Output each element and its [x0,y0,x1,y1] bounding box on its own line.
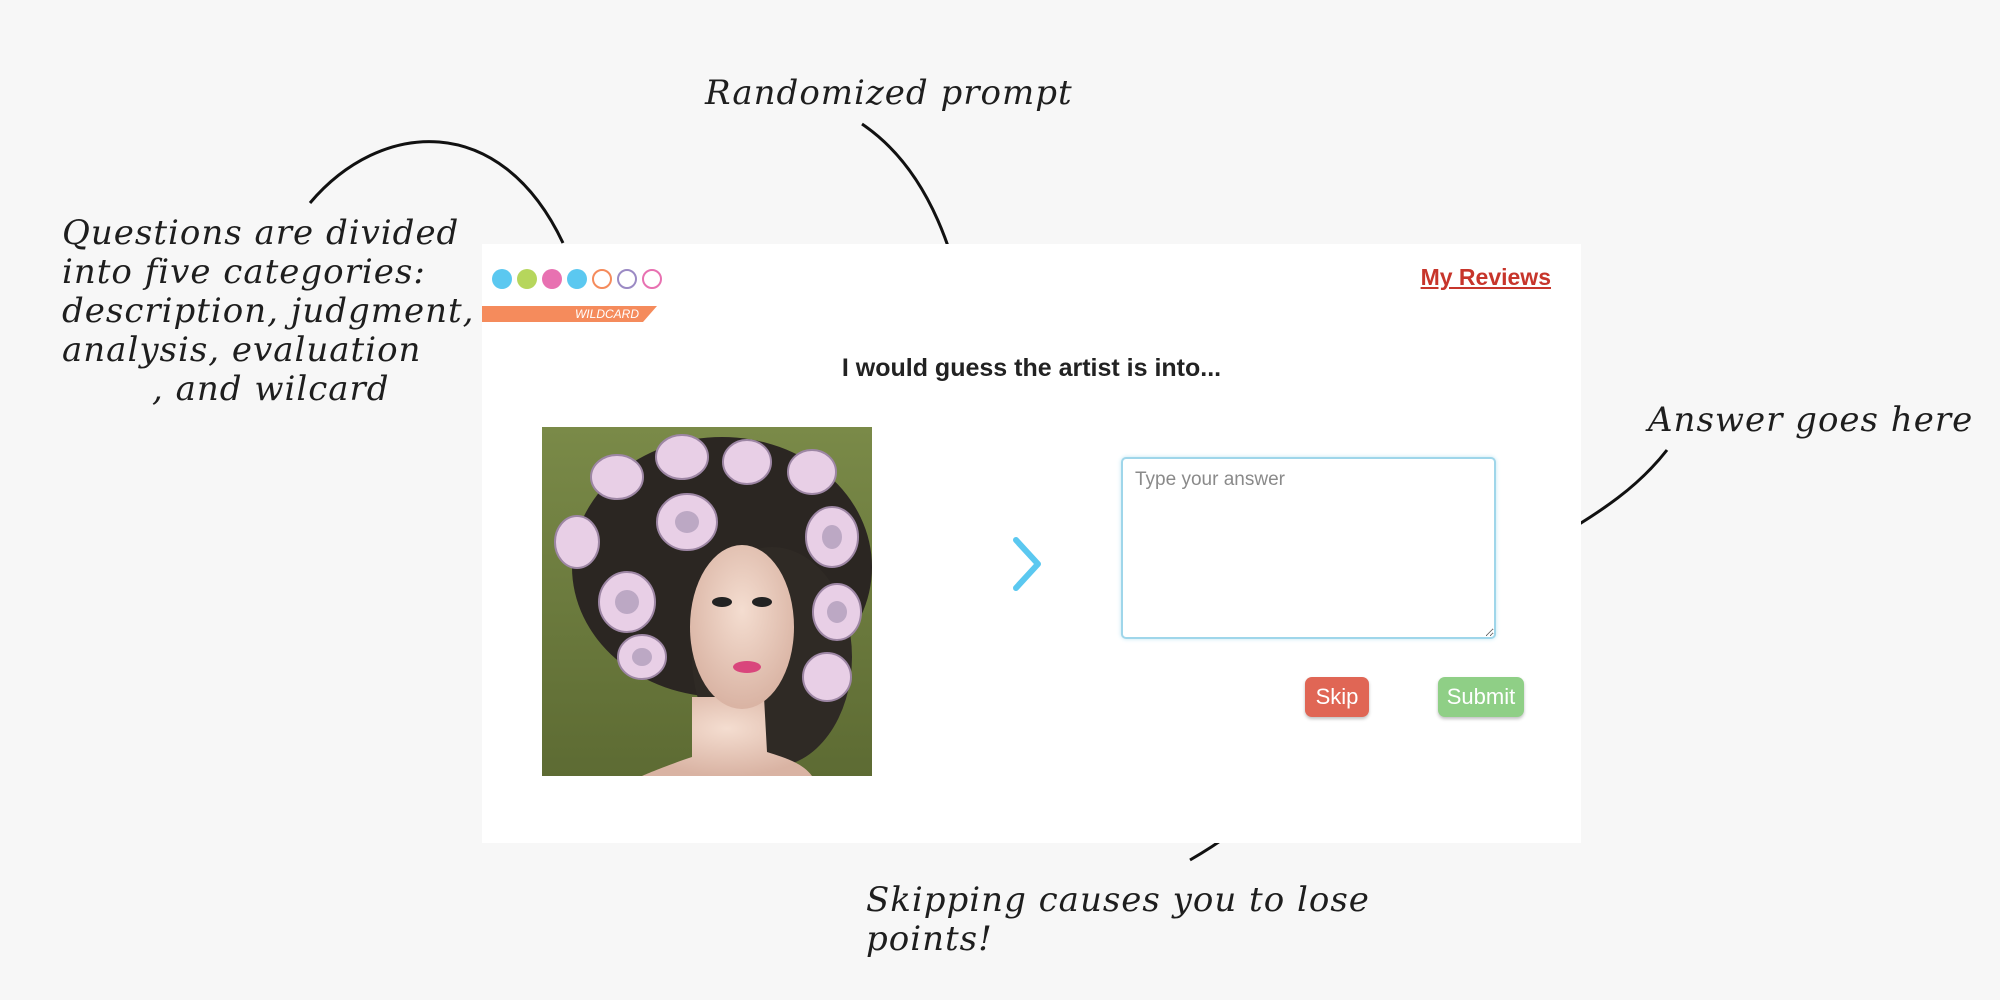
prompt-annotation: Randomized prompt [705,73,1073,113]
category-dot [517,269,537,289]
annotation-line: description, judgment, [62,291,475,331]
submit-button[interactable]: Submit [1438,677,1524,717]
categories-annotation: Questions are divided into five categori… [62,214,475,409]
answer-annotation: Answer goes here [1648,400,1974,440]
annotation-line: points! [866,919,993,959]
chevron-right-icon[interactable] [1008,534,1048,594]
annotation-line: , and wilcard [152,369,390,409]
skip-annotation: Skipping causes you to lose points! [866,881,1370,959]
skip-button[interactable]: Skip [1305,677,1369,717]
annotation-line: Skipping causes you to lose [866,880,1370,920]
my-reviews-link[interactable]: My Reviews [1421,264,1551,291]
annotation-line: analysis, evaluation [62,330,422,370]
category-progress [492,269,662,289]
question-panel: WILDCARD My Reviews I would guess the ar… [482,244,1581,843]
answer-input[interactable] [1121,457,1496,639]
category-dot [592,269,612,289]
category-dot [542,269,562,289]
category-dot [642,269,662,289]
prompt-text: I would guess the artist is into... [841,354,1222,382]
category-tag: WILDCARD [482,306,657,322]
annotation-line: Questions are divided [62,213,460,253]
annotation-line: into five categories: [62,252,426,292]
category-dot [617,269,637,289]
category-dot [492,269,512,289]
category-dot [567,269,587,289]
artwork-image [542,427,872,776]
